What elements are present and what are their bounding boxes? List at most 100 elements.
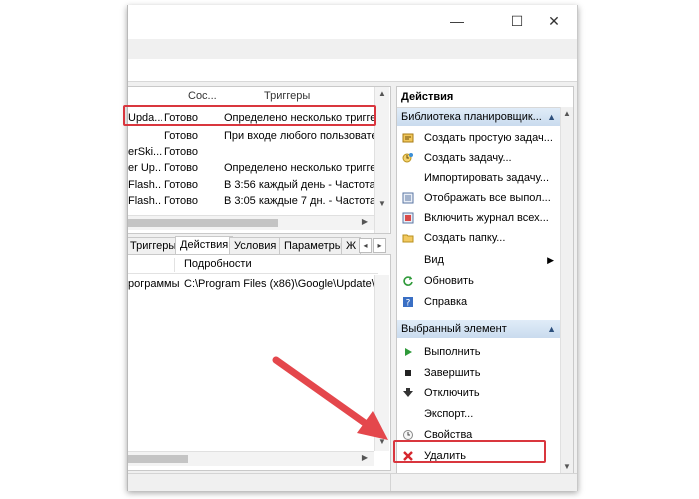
close-button[interactable]: ✕ — [543, 11, 565, 31]
action-details: C:\Program Files (x86)\Google\Update\G — [184, 278, 384, 290]
action-type: рограммы — [128, 278, 180, 290]
status-bar — [128, 473, 577, 491]
task-icon — [402, 153, 413, 163]
task-status: Готово — [164, 195, 198, 207]
action-import-task[interactable]: Импортировать задачу... — [397, 168, 560, 188]
task-name: Flash... — [128, 195, 162, 207]
action-view[interactable]: Вид ▶ — [397, 250, 560, 270]
refresh-icon — [403, 276, 413, 286]
disable-icon — [403, 388, 413, 397]
task-name: er Up... — [128, 162, 162, 174]
folder-icon — [402, 234, 414, 243]
scroll-down-icon[interactable]: ▼ — [377, 199, 387, 208]
column-divider — [174, 258, 175, 272]
wizard-icon — [402, 133, 414, 143]
table-row[interactable]: Flash... Готово В 3:05 каждые 7 дн. - Ча… — [128, 194, 380, 210]
action-label: Вид — [424, 254, 444, 266]
scroll-right-icon[interactable]: ▶ — [360, 217, 370, 226]
task-list-vertical-scrollbar[interactable]: ▲ ▼ — [374, 87, 389, 233]
collapse-up-icon[interactable]: ▲ — [547, 320, 556, 338]
task-name: erSki... — [128, 146, 162, 158]
actions-panel-scrollbar[interactable]: ▲ ▼ — [560, 107, 573, 477]
action-disable[interactable]: Отключить — [397, 383, 560, 403]
tab-triggers[interactable]: Триггеры — [128, 237, 182, 254]
action-label: Завершить — [424, 367, 481, 379]
action-export[interactable]: Экспорт... — [397, 404, 560, 424]
tab-prev-icon[interactable]: ◂ — [359, 238, 372, 253]
task-list-header: Сос... Триггеры — [128, 89, 378, 106]
tab-settings[interactable]: Параметры — [279, 237, 348, 254]
scroll-down-icon[interactable]: ▼ — [562, 462, 572, 471]
table-row[interactable]: er Up... Готово Определено несколько три… — [128, 161, 380, 177]
task-status: Готово — [164, 146, 198, 158]
tab-actions[interactable]: Действия — [175, 236, 234, 255]
library-section-label: Библиотека планировщик... — [401, 111, 542, 123]
scroll-thumb[interactable] — [128, 455, 188, 463]
task-triggers: Определено несколько триггеров — [224, 162, 374, 174]
table-row[interactable]: erSki... Готово — [128, 145, 380, 161]
list-icon — [402, 192, 414, 204]
collapse-up-icon[interactable]: ▲ — [547, 108, 556, 126]
action-help[interactable]: ? Справка — [397, 292, 560, 312]
action-label: Импортировать задачу... — [424, 172, 550, 184]
column-header-triggers[interactable]: Триггеры — [264, 90, 310, 102]
highlight-task-row — [123, 105, 376, 126]
task-status: Готово — [164, 130, 198, 142]
help-icon: ? — [403, 297, 413, 309]
action-end[interactable]: Завершить — [397, 363, 560, 383]
selected-section-label: Выбранный элемент — [401, 323, 507, 335]
action-new-folder[interactable]: Создать папку... — [397, 228, 560, 248]
task-triggers: При входе любого пользователя — [224, 130, 374, 142]
detail-horizontal-scrollbar[interactable]: ▶ — [128, 451, 374, 466]
svg-text:?: ? — [406, 299, 411, 309]
action-label: Обновить — [424, 275, 474, 287]
task-name: Flash... — [128, 179, 162, 191]
action-label: Справка — [424, 296, 468, 308]
scroll-thumb[interactable] — [128, 219, 278, 227]
action-label: Отображать все выпол... — [424, 192, 551, 204]
title-bar: — ☐ ✕ — [128, 5, 577, 39]
table-row[interactable]: Flash... Готово В 3:56 каждый день - Час… — [128, 178, 380, 194]
action-display-running[interactable]: Отображать все выпол... — [397, 188, 560, 208]
action-label: Создать задачу... — [424, 152, 512, 164]
action-create-task[interactable]: Создать задачу... — [397, 148, 560, 168]
column-header-details[interactable]: Подробности — [184, 258, 252, 270]
action-label: Создать простую задач... — [424, 132, 553, 144]
action-refresh[interactable]: Обновить — [397, 271, 560, 291]
actions-panel: Действия Библиотека планировщик... ▲ Соз… — [396, 86, 574, 478]
action-create-basic-task[interactable]: Создать простую задач... — [397, 128, 560, 148]
action-enable-history[interactable]: Включить журнал всех... — [397, 208, 560, 228]
tab-conditions[interactable]: Условия — [229, 237, 282, 254]
task-details-tabs: Триггеры Действия Условия Параметры Ж ◂ … — [128, 236, 390, 255]
table-row[interactable]: рограммы C:\Program Files (x86)\Google\U… — [128, 277, 383, 293]
detail-header: Подробности — [128, 255, 378, 274]
action-run[interactable]: Выполнить — [397, 342, 560, 362]
action-label: Отключить — [424, 387, 480, 399]
actions-panel-title: Действия — [397, 87, 573, 108]
scroll-right-icon[interactable]: ▶ — [360, 453, 370, 462]
action-label: Включить журнал всех... — [424, 212, 549, 224]
minimize-button[interactable]: — — [446, 11, 468, 31]
actions-detail-pane: Подробности рограммы C:\Program Files (x… — [128, 254, 391, 471]
tab-next-icon[interactable]: ▸ — [373, 238, 386, 253]
task-list-horizontal-scrollbar[interactable]: ▶ — [128, 215, 374, 230]
action-label: Создать папку... — [424, 232, 506, 244]
scroll-up-icon[interactable]: ▲ — [377, 89, 387, 98]
run-icon — [405, 348, 412, 356]
table-row[interactable]: Готово При входе любого пользователя — [128, 129, 380, 145]
journal-icon — [402, 212, 414, 224]
task-scheduler-window: — ☐ ✕ Сос... Триггеры Upda... Готово Опр… — [127, 5, 578, 491]
highlight-delete-action — [393, 440, 546, 463]
scroll-up-icon[interactable]: ▲ — [562, 109, 572, 118]
scroll-down-icon[interactable]: ▼ — [377, 437, 387, 446]
column-header-status[interactable]: Сос... — [188, 90, 217, 102]
library-section-header[interactable]: Библиотека планировщик... ▲ — [397, 108, 560, 126]
menu-bar — [128, 59, 577, 82]
detail-vertical-scrollbar[interactable]: ▼ — [374, 275, 389, 451]
selected-item-section-header[interactable]: Выбранный элемент ▲ — [397, 320, 560, 338]
maximize-button[interactable]: ☐ — [506, 11, 528, 31]
submenu-arrow-icon: ▶ — [547, 255, 554, 265]
task-status: Готово — [164, 162, 198, 174]
stop-icon — [405, 370, 411, 376]
action-label: Экспорт... — [424, 408, 474, 420]
